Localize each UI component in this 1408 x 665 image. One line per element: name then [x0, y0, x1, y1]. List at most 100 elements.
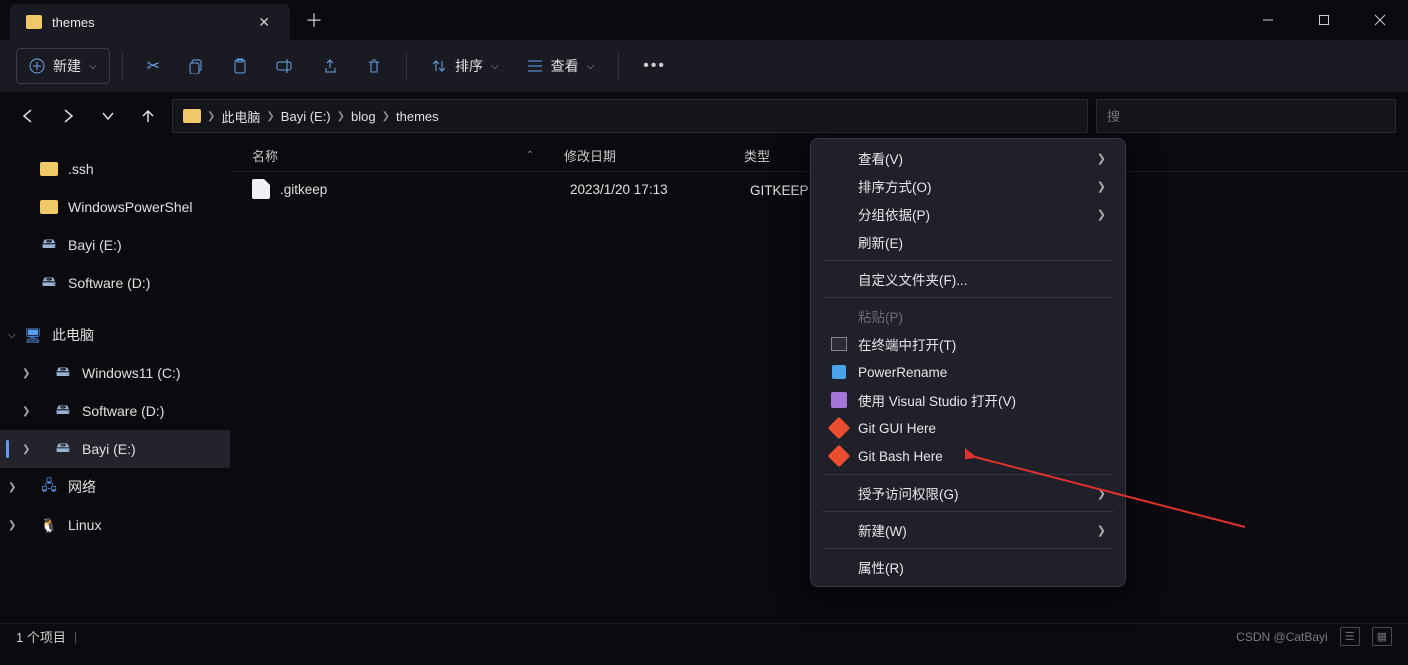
back-button[interactable] [12, 100, 44, 132]
crumb-themes[interactable]: themes [396, 109, 439, 124]
ctx-new[interactable]: 新建(W)❯ [816, 516, 1120, 544]
rename-icon [830, 363, 848, 381]
copy-button[interactable] [176, 48, 216, 84]
details-view-button[interactable]: ☰ [1340, 627, 1360, 646]
sort-button[interactable]: 排序 ⌵ [419, 48, 511, 84]
chevron-right-icon: ❯ [207, 111, 215, 122]
cut-button[interactable]: ✂ [135, 48, 172, 84]
ctx-refresh[interactable]: 刷新(E) [816, 228, 1120, 256]
folder-icon [40, 200, 58, 214]
sidebar-item-ssh[interactable]: .ssh [0, 150, 230, 188]
ctx-terminal[interactable]: 在终端中打开(T) [816, 330, 1120, 358]
recent-button[interactable] [92, 100, 124, 132]
more-button[interactable]: ••• [631, 48, 678, 84]
tab-title: themes [52, 15, 244, 30]
view-label: 查看 [551, 56, 579, 76]
search-box[interactable] [1096, 99, 1396, 133]
folder-icon [183, 109, 201, 123]
sort-label: 排序 [455, 56, 483, 76]
chevron-right-icon[interactable]: ❯ [8, 520, 16, 531]
chevron-right-icon: ❯ [266, 111, 274, 122]
col-date[interactable]: 修改日期 [564, 146, 744, 165]
breadcrumb[interactable]: ❯ 此电脑 ❯ Bayi (E:) ❯ blog ❯ themes [172, 99, 1088, 133]
visual-studio-icon [830, 391, 848, 409]
chevron-right-icon[interactable]: ❯ [22, 406, 30, 417]
file-date: 2023/1/20 17:13 [570, 182, 750, 197]
chevron-down-icon: ⌵ [587, 61, 595, 72]
sidebar-item-drive-d[interactable]: ❯🖴Software (D:) [0, 392, 230, 430]
drive-icon: 🖴 [40, 237, 58, 253]
sidebar-item-bayi[interactable]: 🖴Bayi (E:) [0, 226, 230, 264]
sidebar-item-network[interactable]: ❯🖧网络 [0, 468, 230, 506]
watermark: CSDN @CatBayi [1236, 630, 1328, 644]
git-icon [830, 447, 848, 465]
chevron-right-icon: ❯ [337, 111, 345, 122]
ctx-properties[interactable]: 属性(R) [816, 553, 1120, 581]
delete-button[interactable] [354, 48, 394, 84]
file-name: .gitkeep [280, 182, 570, 197]
ctx-grant-access[interactable]: 授予访问权限(G)❯ [816, 479, 1120, 507]
chevron-right-icon: ❯ [1097, 180, 1106, 193]
ctx-visual-studio[interactable]: 使用 Visual Studio 打开(V) [816, 386, 1120, 414]
chevron-right-icon: ❯ [1097, 524, 1106, 537]
folder-icon [40, 162, 58, 176]
sort-indicator-icon: ⌃ [526, 150, 534, 161]
drive-icon: 🖴 [54, 441, 72, 457]
sidebar-item-powershell[interactable]: WindowsPowerShel [0, 188, 230, 226]
new-button[interactable]: 新建 ⌵ [16, 48, 110, 84]
chevron-down-icon[interactable]: ⌵ [8, 330, 16, 341]
ctx-customize[interactable]: 自定义文件夹(F)... [816, 265, 1120, 293]
chevron-right-icon[interactable]: ❯ [22, 444, 30, 455]
network-icon: 🖧 [40, 479, 58, 495]
item-count: 1 个项目 [16, 627, 66, 646]
crumb-pc[interactable]: 此电脑 [221, 107, 260, 126]
up-button[interactable] [132, 100, 164, 132]
share-button[interactable] [310, 48, 350, 84]
sidebar: .ssh WindowsPowerShel 🖴Bayi (E:) 🖴Softwa… [0, 140, 230, 623]
drive-icon: 🖴 [40, 275, 58, 291]
chevron-right-icon[interactable]: ❯ [8, 482, 16, 493]
minimize-button[interactable] [1240, 0, 1296, 40]
close-window-button[interactable] [1352, 0, 1408, 40]
ctx-git-gui[interactable]: Git GUI Here [816, 414, 1120, 442]
window-controls [1240, 0, 1408, 40]
chevron-right-icon: ❯ [1097, 208, 1106, 221]
search-input[interactable] [1107, 109, 1385, 124]
sidebar-item-drive-e[interactable]: ❯🖴Bayi (E:) [0, 430, 230, 468]
chevron-down-icon: ⌵ [491, 61, 499, 72]
sidebar-item-software[interactable]: 🖴Software (D:) [0, 264, 230, 302]
chevron-right-icon: ❯ [1097, 487, 1106, 500]
view-button[interactable]: 查看 ⌵ [515, 48, 607, 84]
thumbnails-view-button[interactable]: ▦ [1372, 627, 1392, 646]
ctx-view[interactable]: 查看(V)❯ [816, 144, 1120, 172]
chevron-right-icon: ❯ [1097, 152, 1106, 165]
ctx-git-bash[interactable]: Git Bash Here [816, 442, 1120, 470]
drive-icon: 🖴 [54, 403, 72, 419]
ctx-power-rename[interactable]: PowerRename [816, 358, 1120, 386]
linux-icon: 🐧 [40, 517, 58, 533]
status-bar: 1 个项目 | CSDN @CatBayi ☰ ▦ [0, 623, 1408, 649]
sidebar-item-this-pc[interactable]: ⌵🖥此电脑 [0, 316, 230, 354]
tab-themes[interactable]: themes ✕ [10, 4, 290, 40]
col-name[interactable]: 名称 [252, 146, 278, 165]
new-label: 新建 [53, 56, 81, 76]
rename-button[interactable] [264, 48, 306, 84]
forward-button[interactable] [52, 100, 84, 132]
new-tab-button[interactable]: ＋ [290, 0, 338, 40]
ctx-sort[interactable]: 排序方式(O)❯ [816, 172, 1120, 200]
paste-button[interactable] [220, 48, 260, 84]
terminal-icon [830, 335, 848, 353]
crumb-drive[interactable]: Bayi (E:) [281, 109, 331, 124]
maximize-button[interactable] [1296, 0, 1352, 40]
chevron-down-icon: ⌵ [89, 61, 97, 72]
close-tab-button[interactable]: ✕ [254, 12, 274, 33]
toolbar: 新建 ⌵ ✂ 排序 ⌵ 查看 ⌵ ••• [0, 40, 1408, 92]
git-icon [830, 419, 848, 437]
sidebar-item-drive-c[interactable]: ❯🖴Windows11 (C:) [0, 354, 230, 392]
sidebar-item-linux[interactable]: ❯🐧Linux [0, 506, 230, 544]
chevron-right-icon[interactable]: ❯ [22, 368, 30, 379]
ctx-paste: 粘贴(P) [816, 302, 1120, 330]
ctx-group[interactable]: 分组依据(P)❯ [816, 200, 1120, 228]
crumb-blog[interactable]: blog [351, 109, 376, 124]
title-bar: themes ✕ ＋ [0, 0, 1408, 40]
